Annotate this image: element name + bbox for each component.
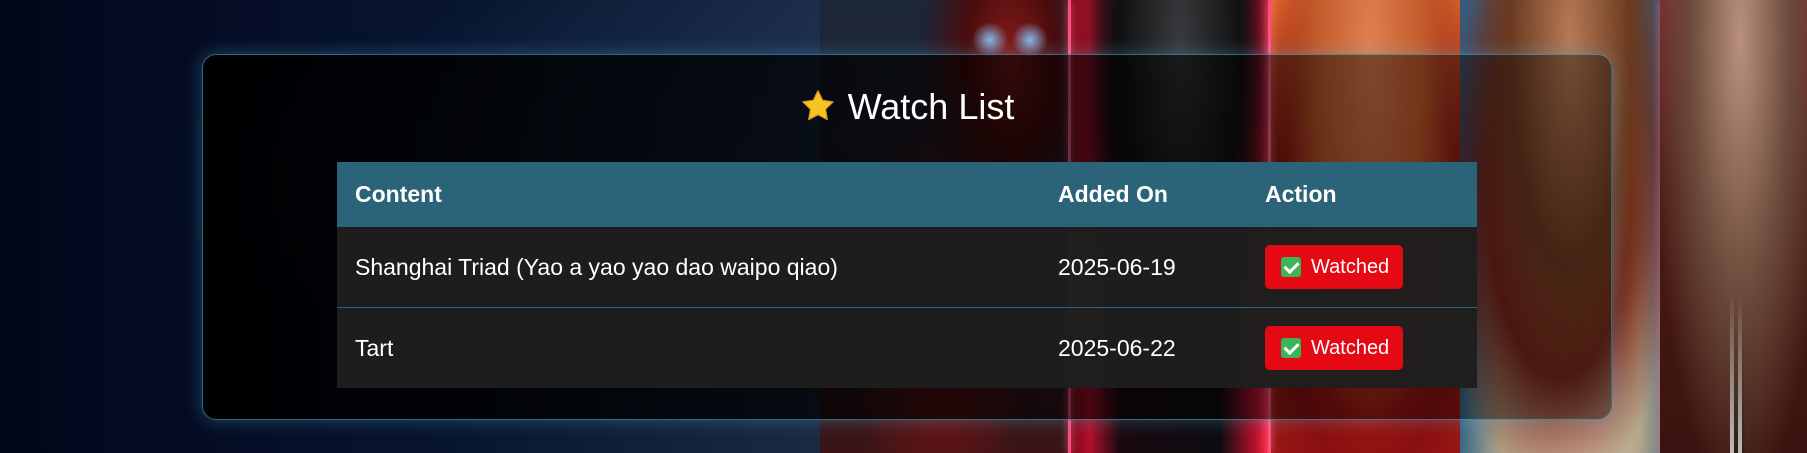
added-on-cell: 2025-06-22 [1058,334,1176,361]
table-row: Tart 2025-06-22 Watched [337,307,1477,388]
watched-button-label: Watched [1311,336,1390,359]
watched-button-label: Watched [1311,255,1390,278]
checkbox-checked-icon [1281,257,1301,277]
checkbox-checked-icon [1281,338,1301,358]
column-header-added-on[interactable]: Added On [1040,181,1247,208]
star-icon [801,90,834,121]
poster-image-portrait [1660,0,1807,453]
action-cell: Watched [1247,245,1477,289]
content-title-cell[interactable]: Tart [337,335,1040,362]
page-title-text: Watch List [847,86,1015,127]
action-cell: Watched [1247,326,1477,370]
watched-button[interactable]: Watched [1265,245,1404,289]
table-row: Shanghai Triad (Yao a yao yao dao waipo … [337,226,1477,307]
column-header-action: Action [1265,180,1337,207]
column-header-content[interactable]: Content [337,181,1040,208]
watch-list-table: Content Added On Action Shanghai Triad (… [337,162,1477,388]
added-on-cell: 2025-06-19 [1058,253,1176,280]
content-title-cell[interactable]: Shanghai Triad (Yao a yao yao dao waipo … [337,254,1040,281]
table-header-row: Content Added On Action [337,162,1477,226]
page-title: Watch List [203,85,1611,129]
watched-button[interactable]: Watched [1265,326,1404,370]
watch-list-panel: Watch List Content Added On Action Shang… [202,54,1612,420]
